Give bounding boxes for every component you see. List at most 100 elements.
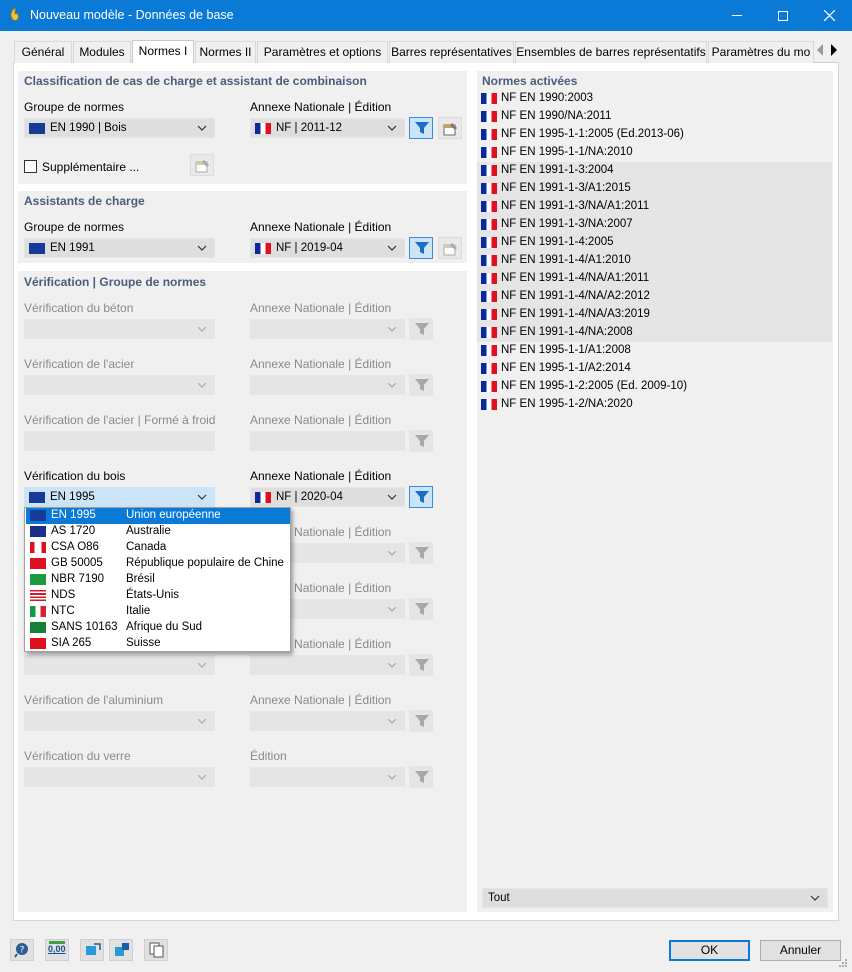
group-label: Groupe de normes [24,220,125,234]
title-bar: Nouveau modèle - Données de base [0,0,852,31]
classification-group-select[interactable]: EN 1990 | Bois [24,118,215,138]
dropdown-option-sans10163[interactable]: SANS 10163 Afrique du Sud [26,620,290,636]
norms-filter-select[interactable]: Tout [482,888,828,908]
tab-ensembles-barres[interactable]: Ensembles de barres représentatifs [515,41,707,63]
list-item[interactable]: NF EN 1995-1-1/A2:2014 [477,360,832,378]
list-item[interactable]: NF EN 1991-1-4:2005 [477,234,832,252]
tab-scroll-right-icon[interactable] [829,43,839,57]
list-item[interactable]: NF EN 1991-1-4/NA/A3:2019 [477,306,832,324]
dropdown-option-gb50005[interactable]: GB 50005 République populaire de Chine [26,556,290,572]
timber-select[interactable]: EN 1995 [24,487,215,507]
hidden-row2-filter-button[interactable] [409,598,433,620]
dropdown-option-csao86[interactable]: CSA O86 Canada [26,540,290,556]
resize-grip[interactable] [836,956,848,968]
list-item[interactable]: NF EN 1991-1-4/A1:2010 [477,252,832,270]
list-item[interactable]: NF EN 1991-1-3:2004 [477,162,832,180]
list-item[interactable]: NF EN 1995-1-2/NA:2020 [477,396,832,414]
steel-select[interactable] [24,375,215,395]
dropdown-option-as1720[interactable]: AS 1720 Australie [26,524,290,540]
minimize-button[interactable] [714,0,760,31]
tab-scroll-left-icon[interactable] [815,43,825,57]
tab-normes-2[interactable]: Normes II [195,41,256,63]
panel-title: Vérification | Groupe de normes [24,275,207,289]
concrete-annex-select[interactable] [250,319,405,339]
list-item[interactable]: NF EN 1995-1-2:2005 (Ed. 2009-10) [477,378,832,396]
list-item[interactable]: NF EN 1991-1-3/NA:2007 [477,216,832,234]
coldformed-filter-button[interactable] [409,430,433,452]
timber-filter-button[interactable] [409,486,433,508]
list-item[interactable]: NF EN 1990:2003 [477,90,832,108]
list-item[interactable]: NF EN 1991-1-3/A1:2015 [477,180,832,198]
copy-settings-button[interactable] [144,939,168,961]
load-wizards-edit-button[interactable] [438,237,462,259]
chevron-down-icon [197,245,207,251]
eu-flag-icon [29,123,45,134]
timber-annex-select[interactable]: NF | 2020-04 [250,487,405,507]
hidden-row1-filter-button[interactable] [409,542,433,564]
load-wizards-group-select[interactable]: EN 1991 [24,238,215,258]
classification-annex-select[interactable]: NF | 2011-12 [250,118,405,138]
tab-barres-representatives[interactable]: Barres représentatives [389,41,514,63]
eu-flag-icon [29,243,45,254]
list-item[interactable]: NF EN 1991-1-4/NA:2008 [477,324,832,342]
annex-label: Annexe Nationale | Édition [250,301,392,315]
list-item[interactable]: NF EN 1991-1-3/NA/A1:2011 [477,198,832,216]
hidden-row3-annex-select[interactable] [250,655,405,675]
list-item[interactable]: NF EN 1991-1-4/NA/A1:2011 [477,270,832,288]
close-button[interactable] [806,0,852,31]
glass-edition-select[interactable] [250,767,405,787]
concrete-filter-button[interactable] [409,318,433,340]
aluminium-annex-select[interactable] [250,711,405,731]
concrete-select[interactable] [24,319,215,339]
model-export-button[interactable] [109,939,133,961]
dropdown-option-nbr7190[interactable]: NBR 7190 Brésil [26,572,290,588]
coldformed-annex-select[interactable] [250,431,405,451]
list-item[interactable]: NF EN 1995-1-1/A1:2008 [477,342,832,360]
filter-icon [415,122,429,134]
model-transfer-button[interactable] [80,939,104,961]
list-item[interactable]: NF EN 1990/NA:2011 [477,108,832,126]
tab-parametres-modele[interactable]: Paramètres du mo [708,41,814,63]
tab-parametres-options[interactable]: Paramètres et options [257,41,388,63]
timber-label: Vérification du bois [24,469,126,483]
cancel-button[interactable]: Annuler [760,940,841,961]
supplementary-checkbox[interactable] [24,160,37,173]
glass-select[interactable] [24,767,215,787]
list-item[interactable]: NF EN 1995-1-1/NA:2010 [477,144,832,162]
dropdown-option-ntc[interactable]: NTC Italie [26,604,290,620]
maximize-button[interactable] [760,0,806,31]
dropdown-option-sia265[interactable]: SIA 265 Suisse [26,636,290,652]
edit-settings-icon [195,160,209,173]
units-button[interactable]: 0,00 [45,939,69,961]
dropdown-option-en1995[interactable]: EN 1995 Union européenne [26,508,290,524]
fr-flag-icon [481,147,497,158]
ok-button[interactable]: OK [669,940,750,961]
filter-icon [415,771,429,783]
chevron-down-icon [810,895,820,901]
aluminium-filter-button[interactable] [409,710,433,732]
help-button[interactable]: ? [10,939,34,961]
copy-icon [149,942,164,958]
supplementary-edit-button[interactable] [190,154,214,176]
load-wizards-annex-select[interactable]: NF | 2019-04 [250,238,405,258]
tab-normes-1[interactable]: Normes I [132,40,194,64]
ca-flag-icon [30,542,46,553]
aluminium-select[interactable] [24,711,215,731]
list-item[interactable]: NF EN 1991-1-4/NA/A2:2012 [477,288,832,306]
list-item[interactable]: NF EN 1995-1-1:2005 (Ed.2013-06) [477,126,832,144]
fr-flag-icon [481,399,497,410]
steel-filter-button[interactable] [409,374,433,396]
tab-general[interactable]: Général [14,41,72,63]
dropdown-option-nds[interactable]: NDS États-Unis [26,588,290,604]
hidden-row3-select[interactable] [24,655,215,675]
load-wizards-filter-button[interactable] [409,237,433,259]
glass-filter-button[interactable] [409,766,433,788]
chevron-down-icon [387,606,397,612]
tab-modules[interactable]: Modules [73,41,131,63]
coldformed-select[interactable] [24,431,215,451]
cn-flag-icon [30,558,46,569]
hidden-row3-filter-button[interactable] [409,654,433,676]
classification-edit-button[interactable] [438,117,462,139]
steel-annex-select[interactable] [250,375,405,395]
classification-filter-button[interactable] [409,117,433,139]
